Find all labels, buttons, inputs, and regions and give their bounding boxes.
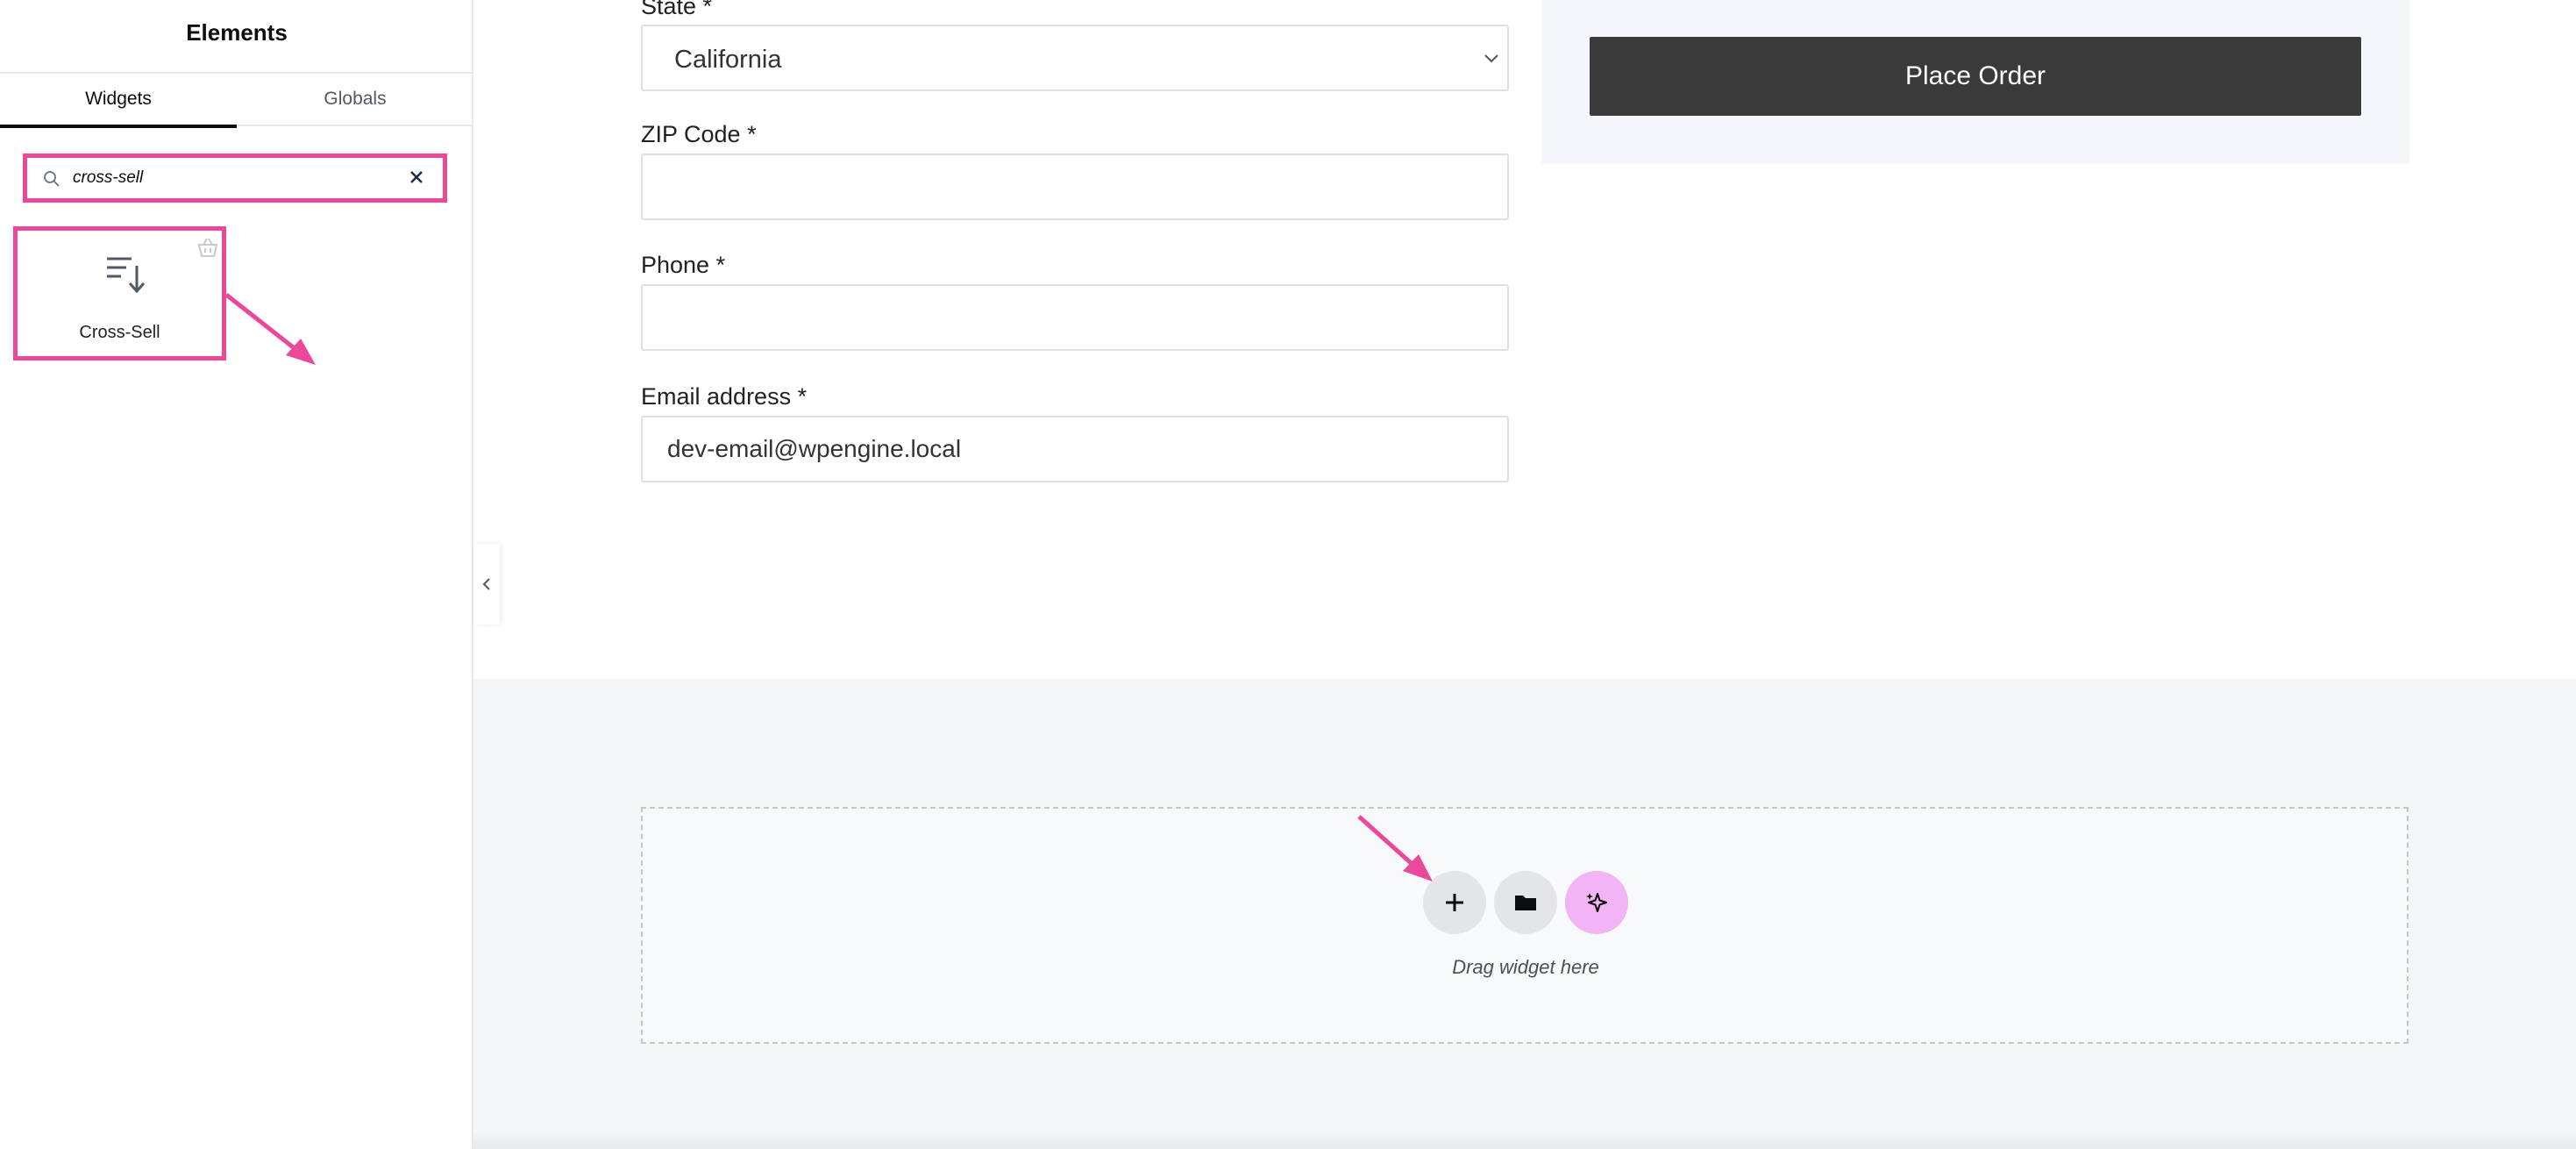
state-label: State * — [641, 0, 713, 19]
phone-label: Phone * — [641, 252, 726, 278]
state-select[interactable]: California — [641, 25, 1509, 91]
basket-icon — [197, 238, 218, 257]
email-field[interactable] — [641, 416, 1509, 482]
search-icon — [44, 171, 60, 187]
clear-search-icon[interactable] — [409, 170, 423, 184]
email-label: Email address * — [641, 383, 808, 410]
search-input[interactable] — [73, 166, 388, 190]
sort-list-icon — [107, 257, 146, 294]
template-library-button[interactable] — [1494, 871, 1557, 934]
widget-search — [23, 153, 447, 203]
chevron-left-icon — [482, 578, 490, 590]
tab-widgets[interactable]: Widgets — [0, 74, 237, 128]
panel-title: Elements — [186, 19, 288, 46]
ai-generate-button[interactable] — [1565, 871, 1628, 934]
zip-label: ZIP Code * — [641, 121, 757, 147]
bottom-shadow — [473, 1131, 2576, 1149]
widget-label: Cross-Sell — [79, 323, 160, 342]
ai-sparkle-icon — [1586, 893, 1607, 912]
widget-cross-sell[interactable]: Cross-Sell — [13, 226, 226, 360]
elements-panel: Elements Widgets Globals Cross-Sell — [0, 0, 473, 1149]
chevron-down-icon — [1484, 54, 1498, 63]
state-value: California — [674, 46, 782, 74]
folder-icon — [1515, 896, 1536, 910]
tab-globals[interactable]: Globals — [237, 74, 473, 126]
zip-code-field[interactable] — [641, 153, 1509, 220]
add-icon — [1446, 894, 1463, 911]
place-order-button[interactable]: Place Order — [1590, 37, 2361, 116]
panel-tabs: Widgets Globals — [0, 72, 473, 128]
add-section-button[interactable] — [1423, 871, 1486, 934]
dropzone-hint: Drag widget here — [1452, 956, 1599, 978]
collapse-panel-button[interactable] — [473, 544, 500, 624]
phone-field[interactable] — [641, 284, 1509, 351]
